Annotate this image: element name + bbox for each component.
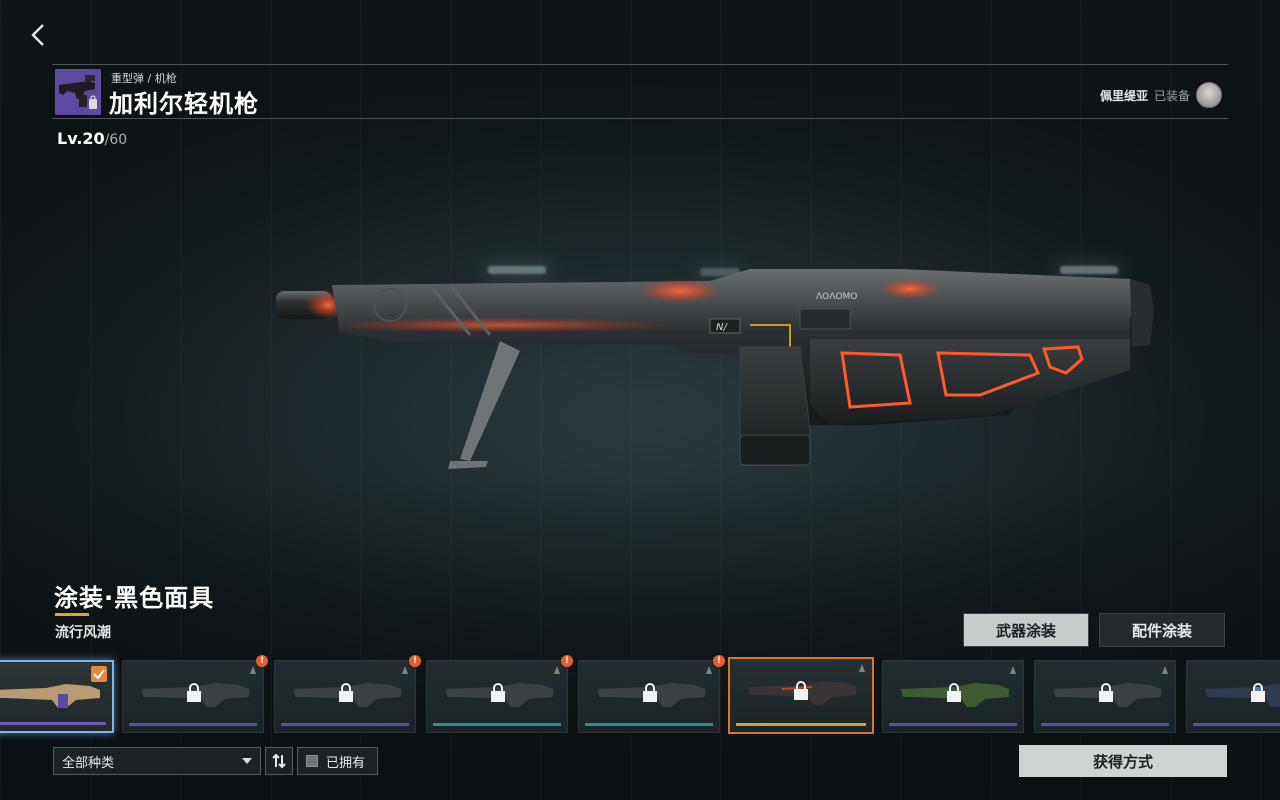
- rarity-bar: [0, 722, 106, 725]
- skin-gun-thumbnail: [1205, 683, 1280, 707]
- character-avatar[interactable]: [1196, 82, 1222, 108]
- tag-icon: [859, 664, 865, 672]
- rarity-bar: [129, 723, 257, 726]
- side-decoration: [22, 78, 30, 158]
- owned-checkbox[interactable]: [306, 755, 318, 767]
- lock-icon: [1099, 683, 1113, 702]
- tag-icon: [1162, 666, 1168, 674]
- notification-badge: !: [561, 655, 573, 667]
- lock-icon: [1251, 683, 1265, 702]
- skin-title-underline: [55, 613, 89, 616]
- tag-icon: [402, 666, 408, 674]
- owned-checkmark-icon: [91, 666, 107, 682]
- weapon-level: Lv.20/60: [57, 129, 127, 148]
- skin-card[interactable]: [122, 660, 264, 733]
- rarity-bar: [1193, 723, 1280, 726]
- chevron-left-icon: [31, 24, 44, 46]
- equipped-character-name: 佩里缇亚: [1099, 88, 1148, 103]
- notification-badge: !: [409, 655, 421, 667]
- weapon-thumbnail: [55, 69, 101, 115]
- skin-card[interactable]: [0, 660, 114, 733]
- back-button[interactable]: [26, 22, 52, 48]
- type-filter-dropdown[interactable]: 全部种类: [53, 747, 261, 775]
- rarity-bar: [736, 723, 866, 726]
- lock-icon: [794, 681, 808, 700]
- rarity-bar: [889, 723, 1017, 726]
- tab-attachment-skin[interactable]: 配件涂装: [1099, 613, 1225, 647]
- sort-swap-icon: [272, 753, 286, 769]
- skin-title: 涂装·黑色面具: [54, 584, 215, 612]
- tag-icon: [250, 666, 256, 674]
- skin-card[interactable]: [426, 660, 568, 733]
- lock-icon: [947, 683, 961, 702]
- machine-gun-icon: [55, 69, 101, 115]
- header-divider: [52, 64, 1228, 65]
- owned-filter-toggle[interactable]: 已拥有: [297, 747, 378, 775]
- weapon-name: 加利尔轻机枪: [109, 90, 259, 118]
- rarity-bar: [433, 723, 561, 726]
- tag-icon: [554, 666, 560, 674]
- notification-badge: !: [256, 655, 268, 667]
- skin-card[interactable]: [578, 660, 720, 733]
- notification-badge: !: [713, 655, 725, 667]
- equipped-info: 佩里缇亚 已装备: [1100, 82, 1222, 108]
- equipped-status: 已装备: [1153, 88, 1190, 103]
- weapon-model: N/ ɅOɅOMO: [276, 269, 1154, 469]
- tag-icon: [706, 666, 712, 674]
- skin-gun-thumbnail: [0, 684, 100, 708]
- lock-icon: [491, 683, 505, 702]
- skin-card[interactable]: [882, 660, 1024, 733]
- tab-weapon-skin[interactable]: 武器涂装: [963, 613, 1089, 647]
- rarity-bar: [1041, 723, 1169, 726]
- svg-text:N/: N/: [716, 322, 728, 333]
- skin-card[interactable]: [1034, 660, 1176, 733]
- skin-series: 流行风潮: [55, 625, 111, 641]
- level-current: Lv.20: [57, 129, 105, 148]
- svg-text:ɅOɅOMO: ɅOɅOMO: [816, 292, 857, 302]
- lock-icon: [643, 683, 657, 702]
- sort-button[interactable]: [265, 747, 293, 775]
- lock-icon: [187, 683, 201, 702]
- level-max: /60: [104, 132, 128, 148]
- type-filter-value: 全部种类: [62, 755, 115, 771]
- rarity-bar: [281, 723, 409, 726]
- acquire-method-button[interactable]: 获得方式: [1019, 745, 1227, 777]
- skin-card[interactable]: [1186, 660, 1280, 733]
- chevron-down-icon: [242, 758, 252, 764]
- skin-card-current[interactable]: [728, 657, 874, 734]
- skin-card[interactable]: [274, 660, 416, 733]
- owned-label: 已拥有: [326, 755, 366, 771]
- skin-list: ! ! ! !: [0, 655, 1280, 738]
- tag-icon: [1010, 666, 1016, 674]
- rarity-bar: [585, 723, 713, 726]
- lock-icon: [339, 683, 353, 702]
